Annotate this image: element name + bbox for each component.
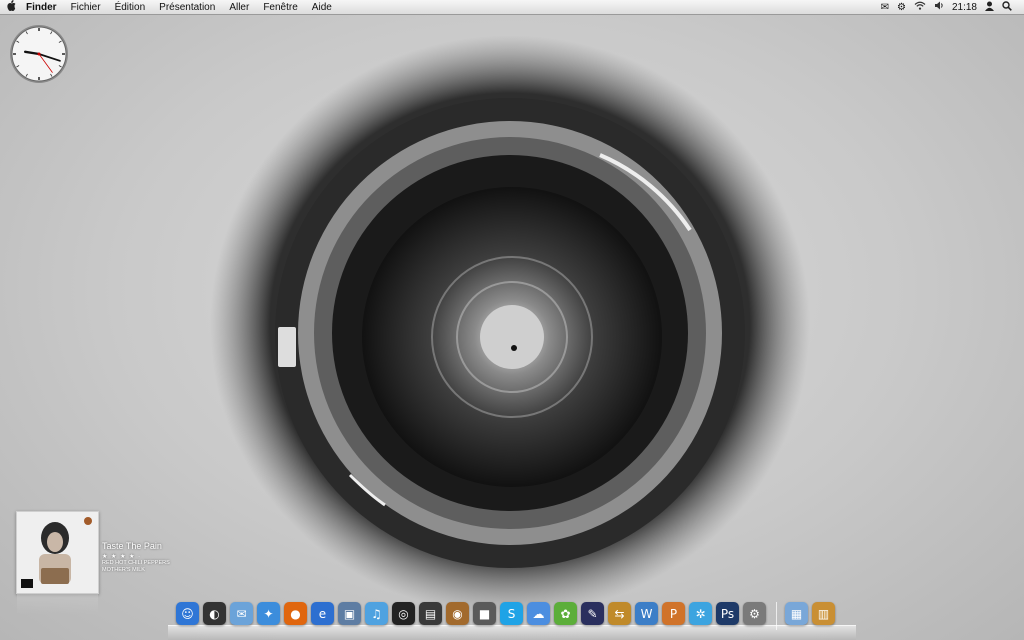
clock-time[interactable]: 21:18 [952,2,977,13]
iphoto-icon[interactable]: ▣ [338,602,361,625]
mail-status-icon[interactable]: ✉ [881,2,889,13]
finder-icon[interactable]: ☺ [176,602,199,625]
dashboard-icon[interactable]: ◐ [203,602,226,625]
dvd-player-icon[interactable]: ▤ [419,602,442,625]
track-album: MOTHER'S MILK [102,567,145,573]
menu-bar: Finder Fichier Édition Présentation Alle… [0,0,1024,15]
safari-icon[interactable]: ✦ [257,602,280,625]
menu-presentation[interactable]: Présentation [152,2,222,13]
ichat-icon[interactable]: ☁ [527,602,550,625]
track-rating: ★ ★ ★ ★ · [102,554,142,560]
itunes-icon[interactable]: ♫ [365,602,388,625]
frontrow-icon[interactable]: ◎ [392,602,415,625]
system-preferences-icon[interactable]: ⚙ [743,602,766,625]
dock-icons: ☺ ◐ ✉ ✦ ● e ▣ ♫ ◎ ▤ ◉ ■ S ☁ ✿ ✎ ⇆ W P ✲ Ps ⚙ ▦ ▥ [176,602,837,630]
clock-widget[interactable] [9,24,69,84]
apple-icon[interactable] [0,0,22,14]
word-icon[interactable]: W [635,602,658,625]
mail-icon[interactable]: ✉ [230,602,253,625]
menu-edition[interactable]: Édition [108,2,153,13]
user-icon[interactable] [985,1,994,14]
adium-icon[interactable]: ✿ [554,602,577,625]
menu-finder[interactable]: Finder [22,2,64,13]
dock-separator [776,602,777,630]
gear-status-icon[interactable]: ⚙ [897,2,906,13]
album-art[interactable] [16,511,99,614]
ie-icon[interactable]: e [311,602,334,625]
track-title: Taste The Pain [102,541,162,551]
firefox-icon[interactable]: ● [284,602,307,625]
spotlight-search-icon[interactable] [1002,0,1012,14]
track-artist: RED HOT CHILI PEPPERS [102,560,170,566]
powerpoint-icon[interactable]: P [662,602,685,625]
downloads-stack-icon[interactable]: ▥ [812,602,835,625]
now-playing-widget[interactable]: Taste The Pain ★ ★ ★ ★ · RED HOT CHILI P… [16,511,196,614]
transmit-icon[interactable]: ⇆ [608,602,631,625]
menu-fichier[interactable]: Fichier [64,2,108,13]
skype-icon[interactable]: S [500,602,523,625]
track-info: Taste The Pain ★ ★ ★ ★ · RED HOT CHILI P… [102,541,170,574]
aperture-icon[interactable]: ◉ [446,602,469,625]
applications-folder-icon[interactable]: ▦ [785,602,808,625]
script-editor-icon[interactable]: ✎ [581,602,604,625]
menu-aller[interactable]: Aller [222,2,256,13]
dock: ☺ ◐ ✉ ✦ ● e ▣ ♫ ◎ ▤ ◉ ■ S ☁ ✿ ✎ ⇆ W P ✲ Ps ⚙ ▦ ▥ [168,600,856,640]
menu-aide[interactable]: Aide [305,2,339,13]
photo-booth-icon[interactable]: ■ [473,602,496,625]
menu-fenetre[interactable]: Fenêtre [256,2,304,13]
photoshop-icon[interactable]: Ps [716,602,739,625]
wifi-icon[interactable] [914,1,926,13]
volume-icon[interactable] [934,1,944,13]
msn-icon[interactable]: ✲ [689,602,712,625]
